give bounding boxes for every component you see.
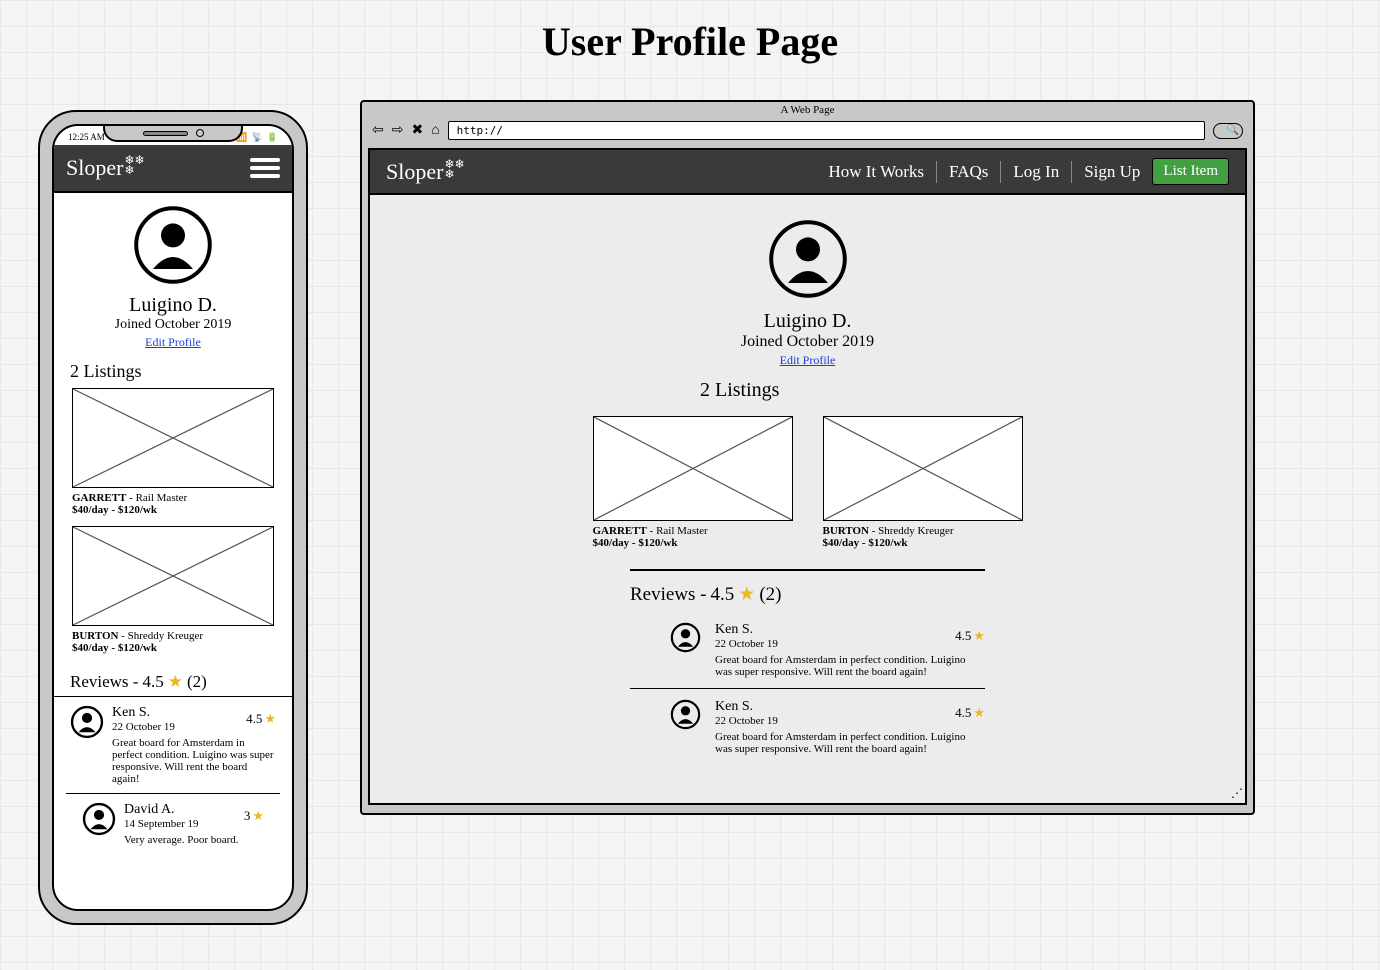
avatar-icon [82, 802, 116, 836]
nav-faqs[interactable]: FAQs [945, 162, 992, 182]
nav-how-it-works[interactable]: How It Works [824, 162, 928, 182]
listing-card[interactable]: BURTON - Shreddy Kreuger $40/day - $120/… [54, 526, 292, 664]
nav-signup[interactable]: Sign Up [1080, 162, 1144, 182]
avatar-icon [133, 205, 213, 285]
review-rating: 4.5 ★ [955, 628, 985, 644]
review-body: Great board for Amsterdam in perfect con… [112, 737, 276, 785]
resize-grip-icon[interactable]: ⋰ [1231, 786, 1243, 801]
review-date: 22 October 19 [112, 721, 175, 733]
review-date: 14 September 19 [124, 818, 199, 830]
review-body: Great board for Amsterdam in perfect con… [715, 731, 985, 755]
wifi-icon: 📡 [252, 132, 263, 143]
listing-price: $40/day - $120/wk [823, 537, 1023, 549]
image-placeholder-icon [72, 388, 274, 488]
user-name: Luigino D. [370, 310, 1245, 333]
snowflake-icon: ❄❄❄ [124, 155, 144, 175]
reviews-heading: Reviews - 4.5 ★ (2) [54, 664, 292, 696]
stop-icon[interactable]: ✖ [411, 122, 423, 139]
join-date: Joined October 2019 [370, 333, 1245, 351]
review-item: Ken S. 22 October 19 4.5★ Great board fo… [54, 696, 292, 793]
profile-header: Luigino D. Joined October 2019 Edit Prof… [370, 195, 1245, 375]
star-icon: ★ [738, 583, 755, 606]
battery-icon: 🔋 [267, 132, 278, 143]
listing-card[interactable]: GARRETT - Rail Master $40/day - $120/wk [593, 416, 793, 549]
reviewer-name: David A. [124, 802, 199, 818]
mobile-header: Sloper ❄❄❄ [54, 145, 292, 193]
star-icon: ★ [973, 705, 985, 721]
avatar-icon [670, 622, 701, 664]
listing-title: GARRETT - Rail Master [593, 525, 793, 537]
review-date: 22 October 19 [715, 715, 778, 727]
listing-price: $40/day - $120/wk [72, 642, 274, 654]
join-date: Joined October 2019 [70, 317, 276, 333]
image-placeholder-icon [593, 416, 793, 521]
listing-card[interactable]: GARRETT - Rail Master $40/day - $120/wk [54, 388, 292, 526]
edit-profile-link[interactable]: Edit Profile [145, 335, 201, 349]
review-rating: 4.5★ [246, 711, 276, 727]
snowflake-icon: ❄❄❄ [444, 159, 464, 179]
listing-price: $40/day - $120/wk [72, 504, 274, 516]
review-item: David A. 14 September 19 3★ Very average… [66, 793, 280, 854]
home-icon[interactable]: ⌂ [431, 123, 439, 139]
desktop-header: Sloper ❄❄❄ How It Works FAQs Log In Sign… [370, 150, 1245, 195]
phone-screen: 12:25 AM 📶 📡 🔋 Sloper ❄❄❄ Luigino D. Joi… [52, 124, 294, 911]
avatar-icon [70, 705, 104, 739]
reviewer-name: Ken S. [715, 622, 778, 638]
listing-card[interactable]: BURTON - Shreddy Kreuger $40/day - $120/… [823, 416, 1023, 549]
image-placeholder-icon [72, 526, 274, 626]
phone-mockup: 12:25 AM 📶 📡 🔋 Sloper ❄❄❄ Luigino D. Joi… [38, 110, 308, 925]
list-item-button[interactable]: List Item [1152, 158, 1229, 185]
user-name: Luigino D. [70, 294, 276, 317]
review-rating: 3★ [244, 808, 264, 824]
brand-logo[interactable]: Sloper ❄❄❄ [66, 155, 145, 181]
listing-title: BURTON - Shreddy Kreuger [72, 630, 274, 642]
back-icon[interactable]: ⇦ [372, 122, 384, 139]
browser-mockup: A Web Page ⇦ ⇨ ✖ ⌂ http:// 🔍 Sloper ❄❄❄ … [360, 100, 1255, 815]
star-icon: ★ [264, 711, 276, 727]
listing-title: GARRETT - Rail Master [72, 492, 274, 504]
review-body: Great board for Amsterdam in perfect con… [715, 654, 985, 678]
listing-title: BURTON - Shreddy Kreuger [823, 525, 1023, 537]
forward-icon[interactable]: ⇨ [392, 122, 404, 139]
brand-logo[interactable]: Sloper ❄❄❄ [386, 159, 465, 185]
listing-price: $40/day - $120/wk [593, 537, 793, 549]
nav-login[interactable]: Log In [1009, 162, 1063, 182]
search-icon[interactable]: 🔍 [1213, 123, 1243, 139]
browser-title: A Web Page [362, 102, 1253, 118]
review-item: Ken S. 22 October 19 4.5 ★ Great board f… [370, 612, 1245, 688]
listings-row: GARRETT - Rail Master $40/day - $120/wk … [370, 406, 1245, 569]
phone-notch [103, 126, 243, 142]
hamburger-menu-icon[interactable] [250, 158, 280, 178]
edit-profile-link[interactable]: Edit Profile [780, 353, 836, 367]
review-body: Very average. Poor board. [124, 834, 264, 846]
star-icon: ★ [973, 628, 985, 644]
review-item: Ken S. 22 October 19 4.5 ★ Great board f… [630, 688, 985, 765]
status-time: 12:25 AM [68, 132, 105, 143]
image-placeholder-icon [823, 416, 1023, 521]
star-icon: ★ [168, 672, 183, 692]
main-nav: How It Works FAQs Log In Sign Up List It… [824, 158, 1229, 185]
url-input[interactable]: http:// [448, 121, 1205, 140]
reviewer-name: Ken S. [112, 705, 175, 721]
reviewer-name: Ken S. [715, 699, 778, 715]
reviews-heading: Reviews - 4.5 ★ (2) [630, 571, 1245, 612]
listings-heading: 2 Listings [54, 355, 292, 388]
listings-heading: 2 Listings [700, 375, 1245, 406]
avatar-icon [768, 219, 848, 299]
page-title: User Profile Page [0, 0, 1380, 95]
star-icon: ★ [252, 808, 264, 824]
profile-header: Luigino D. Joined October 2019 Edit Prof… [54, 193, 292, 355]
browser-viewport: Sloper ❄❄❄ How It Works FAQs Log In Sign… [368, 148, 1247, 805]
browser-toolbar: ⇦ ⇨ ✖ ⌂ http:// 🔍 [362, 118, 1253, 148]
avatar-icon [670, 699, 701, 741]
review-date: 22 October 19 [715, 638, 778, 650]
review-rating: 4.5 ★ [955, 705, 985, 721]
